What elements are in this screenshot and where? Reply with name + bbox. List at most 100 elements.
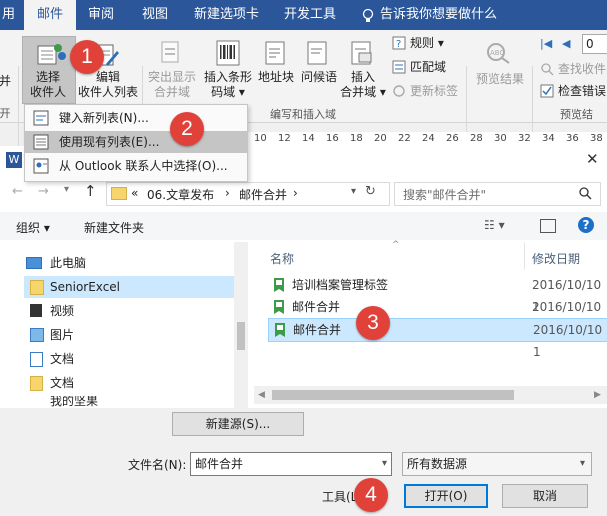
up-arrow-icon[interactable]: ↑	[84, 182, 97, 200]
tab-mailings[interactable]: 邮件	[24, 0, 76, 30]
cancel-button[interactable]: 取消	[502, 484, 588, 508]
step-badge-3: 3	[356, 306, 390, 340]
update-labels-button[interactable]: 更新标签	[410, 84, 458, 99]
nav-item-nutstore[interactable]: 我的坚果	[24, 396, 234, 408]
first-record-button[interactable]: |◀	[540, 36, 552, 51]
address-block-icon	[265, 41, 285, 65]
nav-item-videos[interactable]: 视频	[24, 300, 234, 322]
scroll-left-icon[interactable]: ◀	[258, 390, 265, 400]
view-options-icon[interactable]: ☷ ▾	[484, 218, 505, 232]
preview-results-button[interactable]: 预览结果	[472, 72, 528, 87]
ruler-tick-label: 10	[254, 133, 267, 144]
tell-me-box[interactable]: 告诉我你想要做什么	[374, 0, 503, 30]
barcode-icon	[216, 40, 240, 66]
nav-item-documents[interactable]: 文档	[24, 348, 234, 370]
nav-item-pictures[interactable]: 图片	[24, 324, 234, 346]
partial-start-label: 并	[0, 74, 11, 88]
horizontal-scrollbar[interactable]: ◀ ▶	[254, 386, 607, 404]
access-file-icon	[274, 300, 284, 314]
search-input[interactable]: 搜索"邮件合并"	[394, 182, 601, 206]
insert-barcode-button[interactable]: 插入条形 码域 ▾	[200, 70, 256, 100]
access-file-icon	[274, 278, 284, 292]
nav-item-seniorexcel[interactable]: SeniorExcel	[24, 276, 234, 298]
insert-merge-field-button[interactable]: 插入 合并域 ▾	[338, 70, 388, 100]
organize-button[interactable]: 组织 ▾	[16, 219, 50, 236]
dialog-footer: 新建源(S)... 文件名(N): 邮件合并 ▾ 所有数据源 ▾ 工具(L) 打…	[0, 408, 607, 516]
ruler-tick-label: 32	[518, 133, 531, 144]
edit-recipients-button[interactable]: 编辑 收件人列表	[76, 70, 140, 100]
tab-partial[interactable]: 用	[0, 0, 21, 30]
new-folder-button[interactable]: 新建文件夹	[84, 219, 144, 236]
video-icon	[30, 304, 42, 317]
address-block-button[interactable]: 地址块	[254, 70, 298, 85]
file-row[interactable]: 邮件合并2016/10/10 1	[268, 296, 607, 336]
ruler-tick-label: 24	[422, 133, 435, 144]
forward-arrow-icon[interactable]: →	[38, 184, 49, 199]
new-source-button[interactable]: 新建源(S)...	[172, 412, 304, 436]
tab-new-tab[interactable]: 新建选项卡	[188, 0, 265, 30]
group-separator	[18, 66, 19, 150]
back-arrow-icon[interactable]: ←	[12, 184, 23, 199]
open-button[interactable]: 打开(O)	[404, 484, 488, 508]
document-ruler: 10 12 14 16 18 20 22 24 26 28 30 32 34 36 38	[246, 132, 607, 146]
filename-label: 文件名(N):	[128, 458, 187, 472]
step-badge-2: 2	[170, 112, 204, 146]
recent-chevron-icon[interactable]: ▾	[64, 184, 69, 195]
check-errors-button[interactable]: 检查错误	[558, 84, 606, 99]
rules-button[interactable]: 规则 ▾	[410, 36, 444, 51]
menu-item-type-new-list[interactable]: 键入新列表(N)...	[25, 107, 247, 129]
tab-review[interactable]: 审阅	[82, 0, 120, 30]
scrollbar-thumb[interactable]	[237, 322, 245, 350]
file-type-select[interactable]: 所有数据源 ▾	[402, 452, 592, 476]
file-row-selected[interactable]: 邮件合并 2016/10/10 1	[268, 318, 607, 359]
scroll-right-icon[interactable]: ▶	[594, 390, 601, 400]
breadcrumb[interactable]: « 06.文章发布 › 邮件合并 › ▾ ↻	[106, 182, 390, 206]
column-header-name[interactable]: 名称	[270, 250, 294, 267]
tab-developer[interactable]: 开发工具	[278, 0, 342, 30]
ribbon-tab-bar: 用 邮件 审阅 视图 新建选项卡 开发工具 告诉我你想要做什么	[0, 0, 607, 30]
find-recipient-button[interactable]: 查找收件	[558, 62, 606, 77]
column-divider	[524, 242, 525, 270]
refresh-icon[interactable]: ↻	[365, 184, 376, 199]
menu-item-use-existing-list[interactable]: 使用现有列表(E)...	[25, 131, 247, 153]
preview-group-label: 预览结	[560, 108, 593, 121]
filename-input[interactable]: 邮件合并 ▾	[190, 452, 392, 476]
ruler-tick-label: 26	[446, 133, 459, 144]
greeting-line-icon	[307, 41, 327, 65]
tab-view[interactable]: 视图	[136, 0, 174, 30]
ruler-tick-label: 30	[494, 133, 507, 144]
breadcrumb-folder[interactable]: 邮件合并	[239, 186, 287, 203]
write-insert-group-label: 编写和插入域	[270, 108, 336, 121]
close-icon[interactable]: ✕	[586, 150, 599, 168]
match-fields-button[interactable]: 匹配域	[410, 60, 446, 75]
help-icon[interactable]: ?	[578, 217, 594, 233]
nav-scrollbar[interactable]	[234, 242, 248, 408]
ruler-tick-label: 22	[398, 133, 411, 144]
breadcrumb-folder[interactable]: 06.文章发布	[147, 186, 214, 203]
scrollbar-thumb[interactable]	[272, 390, 514, 400]
select-recipients-menu: 键入新列表(N)... 使用现有列表(E)... 从 Outlook 联系人中选…	[24, 104, 248, 182]
navigation-pane: 此电脑 SeniorExcel 视频 图片 文档 文档 我的坚果	[0, 242, 248, 408]
previous-record-button[interactable]: ◀	[562, 36, 570, 51]
menu-item-outlook-contacts[interactable]: 从 Outlook 联系人中选择(O)...	[25, 155, 247, 177]
nav-item-documents[interactable]: 文档	[24, 372, 234, 394]
match-fields-icon	[392, 60, 406, 74]
address-dropdown-icon[interactable]: ▾	[351, 186, 356, 197]
breadcrumb-overflow[interactable]: «	[131, 186, 138, 200]
step-badge-1: 1	[70, 40, 104, 74]
outlook-contacts-icon	[33, 158, 49, 174]
column-header-modified[interactable]: 修改日期	[532, 250, 580, 267]
access-file-icon	[275, 323, 285, 337]
highlight-fields-button[interactable]: 突出显示 合并域	[146, 70, 198, 100]
ruler-tick-label: 34	[542, 133, 555, 144]
nav-item-this-pc[interactable]: 此电脑	[24, 252, 234, 274]
record-number-input[interactable]: 0	[582, 34, 607, 54]
file-type-dropdown-icon: ▾	[579, 458, 585, 469]
select-recipients-label: 选择 收件人	[29, 70, 66, 99]
breadcrumb-separator: ›	[293, 186, 298, 200]
greeting-line-button[interactable]: 问候语	[298, 70, 340, 85]
preview-pane-icon[interactable]	[540, 219, 556, 233]
ruler-tick-label: 20	[374, 133, 387, 144]
word-app-icon: W	[6, 152, 22, 168]
file-row[interactable]: 培训档案管理标签 2016/10/10 1	[268, 274, 607, 314]
